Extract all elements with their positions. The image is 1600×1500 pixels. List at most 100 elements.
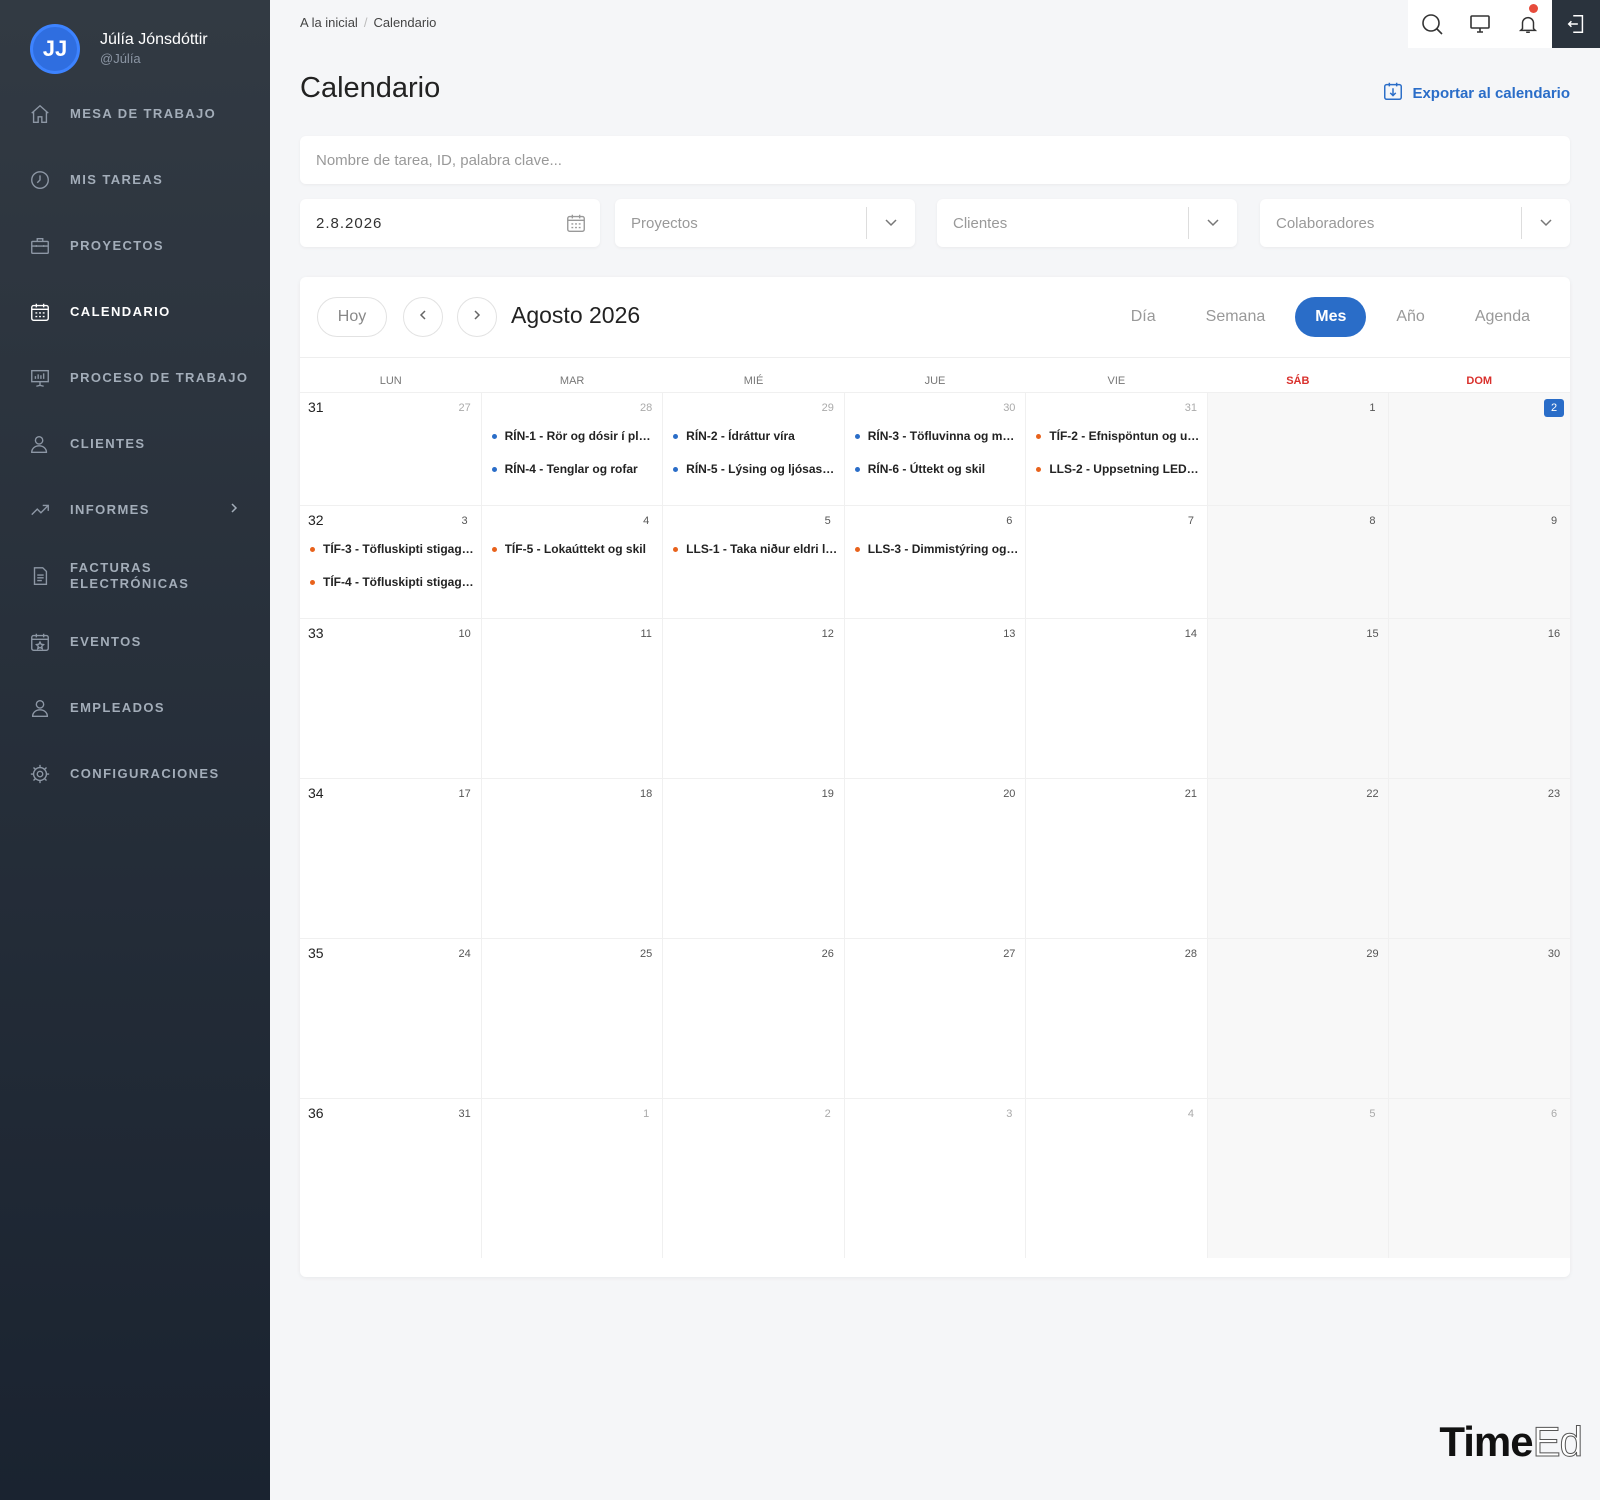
day-number: 21 [1184, 788, 1198, 800]
today-button[interactable]: Hoy [317, 297, 387, 337]
collaborators-select[interactable]: Colaboradores [1260, 199, 1570, 247]
calendar-icon[interactable] [552, 212, 600, 234]
chevron-down-icon[interactable] [1522, 218, 1570, 228]
search-icon[interactable] [1408, 0, 1456, 48]
day-cell[interactable]: 15 [1207, 619, 1390, 778]
day-cell[interactable]: 9 [1389, 506, 1570, 618]
sidebar-item-configuraciones[interactable]: CONFIGURACIONES [0, 741, 270, 807]
day-cell[interactable]: 30 RÍN-3 - Töfluvinna og mælar RÍN-6 - Útt… [845, 393, 1027, 505]
day-cell[interactable]: 5 [1207, 1099, 1390, 1258]
sidebar-item-eventos[interactable]: EVENTOS [0, 609, 270, 675]
calendar-event[interactable]: TÍF-2 - Efnispöntun og undirbúningur [1036, 427, 1201, 445]
day-cell[interactable]: 6 LLS-3 - Dimmistýring og forritun [845, 506, 1027, 618]
avatar[interactable]: JJ [30, 24, 80, 74]
sidebar-item-label: PROYECTOS [70, 238, 164, 253]
sidebar-item-proyectos[interactable]: PROYECTOS [0, 213, 270, 279]
day-cell[interactable]: 30 [1389, 939, 1570, 1098]
calendar-event[interactable]: RÍN-6 - Úttekt og skil [854, 460, 1020, 478]
day-number: 1 [1369, 402, 1376, 414]
calendar-event[interactable]: TÍF-3 - Töfluskipti stigagangur A [310, 540, 475, 558]
day-cell[interactable]: 31 27 [300, 393, 482, 505]
bell-icon[interactable] [1504, 0, 1552, 48]
weekday-sun: DOM [1466, 375, 1493, 387]
day-cell[interactable]: 4 TÍF-5 - Lokaúttekt og skil [482, 506, 664, 618]
next-month-button[interactable] [457, 297, 497, 337]
day-cell[interactable]: 28 RÍN-1 - Rör og dósir í plötuveggi RÍN-4… [482, 393, 664, 505]
day-cell[interactable]: 33 10 [300, 619, 482, 778]
chevron-down-icon[interactable] [1189, 218, 1237, 228]
day-cell[interactable]: 2 [663, 1099, 845, 1258]
day-cell[interactable]: 35 24 [300, 939, 482, 1098]
day-cell[interactable]: 31 TÍF-2 - Efnispöntun og undirbúningur LL… [1026, 393, 1208, 505]
calendar-event[interactable]: RÍN-1 - Rör og dósir í plötuveggi [491, 427, 656, 445]
view-month[interactable]: Mes [1295, 297, 1367, 337]
monitor-icon[interactable] [1456, 0, 1504, 48]
day-cell[interactable]: 2 [1389, 393, 1570, 505]
day-cell[interactable]: 29 [1207, 939, 1390, 1098]
day-cell[interactable]: 8 [1207, 506, 1390, 618]
day-cell[interactable]: 12 [663, 619, 845, 778]
projects-select[interactable]: Proyectos [615, 199, 915, 247]
sidebar-item-facturas-electronicas[interactable]: FACTURAS ELECTRÓNICAS [0, 543, 270, 609]
calendar-event[interactable]: RÍN-3 - Töfluvinna og mælar [854, 427, 1019, 445]
day-cell[interactable]: 29 RÍN-2 - Ídráttur víra RÍN-5 - Lýsing og… [663, 393, 845, 505]
sidebar-item-calendario[interactable]: CALENDARIO [0, 279, 270, 345]
calendar-event[interactable]: RÍN-2 - Ídráttur víra [673, 427, 838, 445]
day-cell[interactable]: 28 [1026, 939, 1208, 1098]
calendar-event[interactable]: LLS-3 - Dimmistýring og forritun [854, 540, 1019, 558]
logout-icon[interactable] [1552, 0, 1600, 48]
event-dot-icon [310, 546, 315, 552]
view-agenda[interactable]: Agenda [1455, 297, 1550, 337]
day-cell[interactable]: 19 [663, 779, 845, 938]
weekday-header: LUN MAR MIÉ JUE VIE SÁB DOM [300, 357, 1570, 392]
calendar-event[interactable]: LLS-1 - Taka niður eldri lýsingu [673, 540, 838, 558]
sidebar-item-label: CONFIGURACIONES [70, 766, 220, 781]
sidebar-item-informes[interactable]: INFORMES [0, 477, 270, 543]
day-cell[interactable]: 20 [845, 779, 1027, 938]
calendar-event[interactable]: RÍN-4 - Tenglar og rofar [491, 460, 657, 478]
sidebar-item-clientes[interactable]: CLIENTES [0, 411, 270, 477]
breadcrumb: A la inicial / Calendario [300, 15, 436, 30]
day-cell[interactable]: 11 [482, 619, 664, 778]
chevron-down-icon[interactable] [867, 218, 915, 228]
search-input[interactable] [300, 136, 1570, 184]
calendar-event[interactable]: LLS-2 - Uppsetning LED lýsingar [1036, 460, 1201, 478]
date-picker[interactable]: 2.8.2026 [300, 199, 600, 247]
breadcrumb-home-link[interactable]: A la inicial [300, 15, 358, 30]
day-cell[interactable]: 21 [1026, 779, 1208, 938]
day-cell[interactable]: 5 LLS-1 - Taka niður eldri lýsingu [663, 506, 845, 618]
sidebar-item-empleados[interactable]: EMPLEADOS [0, 675, 270, 741]
calendar-event[interactable]: TÍF-5 - Lokaúttekt og skil [491, 540, 657, 558]
view-day[interactable]: Día [1111, 297, 1176, 337]
export-calendar-button[interactable]: Exportar al calendario [1382, 80, 1570, 106]
day-cell[interactable]: 27 [845, 939, 1027, 1098]
view-week[interactable]: Semana [1186, 297, 1286, 337]
sidebar-item-mesa-de-trabajo[interactable]: MESA DE TRABAJO [0, 81, 270, 147]
day-cell[interactable]: 14 [1026, 619, 1208, 778]
day-cell[interactable]: 22 [1207, 779, 1390, 938]
day-cell[interactable]: 26 [663, 939, 845, 1098]
sidebar-item-mis-tareas[interactable]: MIS TAREAS [0, 147, 270, 213]
day-cell[interactable]: 3 [845, 1099, 1027, 1258]
day-cell[interactable]: 25 [482, 939, 664, 1098]
sidebar-item-proceso-de-trabajo[interactable]: PROCESO DE TRABAJO [0, 345, 270, 411]
day-cell[interactable]: 23 [1389, 779, 1570, 938]
day-cell[interactable]: 6 [1389, 1099, 1570, 1258]
day-cell[interactable]: 1 [482, 1099, 664, 1258]
day-cell[interactable]: 7 [1026, 506, 1208, 618]
day-cell[interactable]: 1 [1207, 393, 1390, 505]
day-cell[interactable]: 323TÍF-3 - Töfluskipti stigagangur ATÍF-… [300, 506, 482, 618]
prev-month-button[interactable] [403, 297, 443, 337]
view-year[interactable]: Año [1376, 297, 1444, 337]
day-cell[interactable]: 34 17 [300, 779, 482, 938]
day-cell[interactable]: 13 [845, 619, 1027, 778]
main-content: A la inicial / Calendario Calendario Exp… [270, 0, 1600, 1500]
day-cell[interactable]: 36 31 [300, 1099, 482, 1258]
calendar-event[interactable]: TÍF-4 - Töfluskipti stigagangur B [310, 573, 475, 591]
day-cell[interactable]: 4 [1026, 1099, 1208, 1258]
clients-select[interactable]: Clientes [937, 199, 1237, 247]
calendar-event[interactable]: RÍN-5 - Lýsing og ljósastæði [673, 460, 838, 478]
user-profile[interactable]: JJ Júlía Jónsdóttir @Júlía [30, 24, 208, 74]
day-cell[interactable]: 16 [1389, 619, 1570, 778]
day-cell[interactable]: 18 [482, 779, 664, 938]
